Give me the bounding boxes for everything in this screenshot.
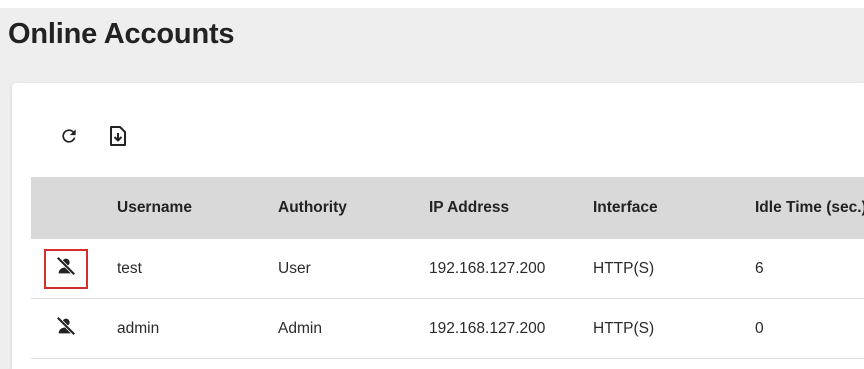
page-title: Online Accounts: [8, 18, 235, 50]
column-header-interface[interactable]: Interface: [593, 177, 658, 239]
file-download-icon: [108, 125, 128, 147]
idle-time-cell: 6: [755, 259, 764, 277]
table-row: test User 192.168.127.200 HTTP(S) 6: [31, 239, 864, 299]
authority-cell: Admin: [278, 319, 322, 337]
ip-address-cell: 192.168.127.200: [429, 259, 546, 277]
ip-address-cell: 192.168.127.200: [429, 319, 546, 337]
username-cell: admin: [117, 319, 160, 337]
table-row: admin Admin 192.168.127.200 HTTP(S) 0: [31, 299, 864, 359]
person-off-icon: [55, 315, 77, 342]
column-header-authority[interactable]: Authority: [278, 177, 347, 239]
online-accounts-table: Username Authority IP Address Interface …: [31, 177, 864, 359]
interface-cell: HTTP(S): [593, 259, 655, 277]
refresh-icon: [59, 126, 79, 146]
person-off-icon: [55, 255, 77, 282]
export-button[interactable]: [104, 122, 132, 150]
kick-user-button[interactable]: [44, 248, 88, 289]
table-header: Username Authority IP Address Interface …: [31, 177, 864, 239]
username-cell: test: [117, 259, 142, 277]
column-header-username[interactable]: Username: [117, 177, 192, 239]
column-header-action: [31, 177, 101, 239]
column-header-idle-time[interactable]: Idle Time (sec.): [755, 177, 864, 239]
kick-user-button[interactable]: [44, 309, 88, 349]
column-header-ip-address[interactable]: IP Address: [429, 177, 509, 239]
idle-time-cell: 0: [755, 319, 764, 337]
interface-cell: HTTP(S): [593, 319, 655, 337]
refresh-button[interactable]: [55, 122, 83, 150]
authority-cell: User: [278, 259, 311, 277]
online-accounts-page: Online Accounts Username Authority IP Ad…: [0, 0, 864, 369]
